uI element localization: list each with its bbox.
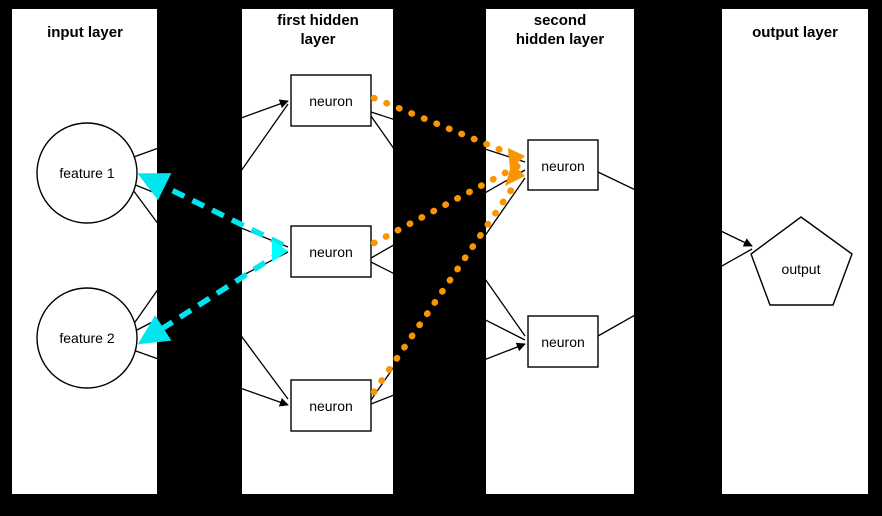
- feature-2-label: feature 2: [59, 330, 114, 346]
- node-hidden1-neuron-middle-highlighted[interactable]: neuron: [290, 225, 372, 278]
- node-hidden2-neuron-bottom[interactable]: neuron: [527, 315, 599, 368]
- hidden1-neuron-top-label: neuron: [309, 93, 353, 109]
- output-label: output: [782, 261, 821, 277]
- hidden1-neuron-middle-label: neuron: [309, 244, 353, 260]
- title-input-layer: input layer: [47, 24, 123, 41]
- feature-1-label: feature 1: [59, 165, 114, 181]
- title-output-layer: output layer: [752, 24, 838, 41]
- node-hidden1-neuron-top[interactable]: neuron: [290, 74, 372, 127]
- title-second-hidden-layer-line2: hidden layer: [516, 31, 605, 48]
- hidden1-neuron-bottom-label: neuron: [309, 398, 353, 414]
- title-first-hidden-layer-line2: layer: [300, 31, 335, 48]
- neural-network-diagram: input layer first hidden layer second hi…: [12, 9, 868, 494]
- panel-second-hidden-layer: [486, 9, 634, 494]
- node-hidden2-neuron-top-highlighted[interactable]: neuron: [527, 139, 599, 191]
- title-second-hidden-layer-line1: second: [534, 12, 587, 29]
- hidden2-neuron-top-label: neuron: [541, 158, 585, 174]
- node-feature-2[interactable]: feature 2: [36, 287, 138, 389]
- hidden2-neuron-bottom-label: neuron: [541, 334, 585, 350]
- node-feature-1[interactable]: feature 1: [36, 122, 138, 224]
- diagram-canvas: input layer first hidden layer second hi…: [0, 0, 882, 516]
- node-hidden1-neuron-bottom[interactable]: neuron: [290, 379, 372, 432]
- title-first-hidden-layer-line1: first hidden: [277, 12, 359, 29]
- panel-input-layer: [12, 9, 157, 494]
